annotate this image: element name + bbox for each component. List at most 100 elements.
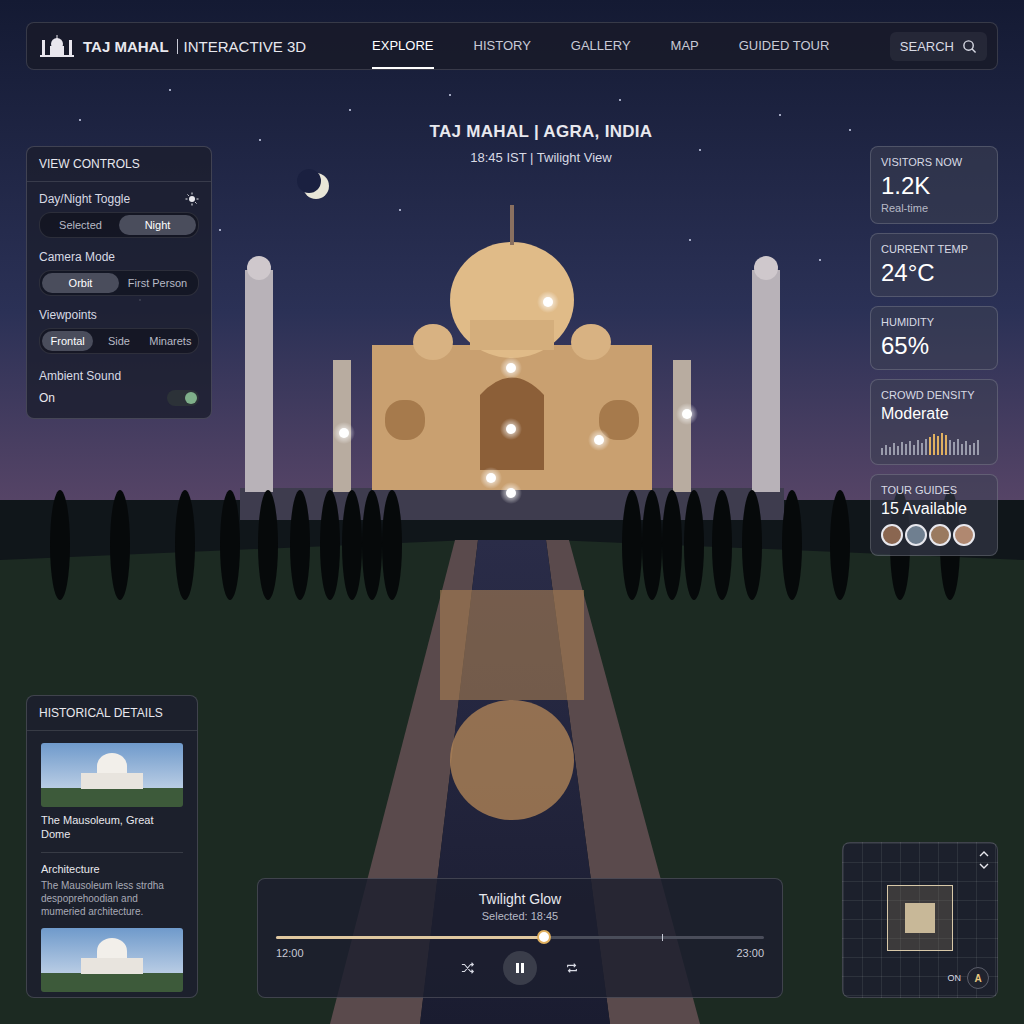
crowd-bar (953, 442, 955, 455)
crowd-bar (893, 443, 895, 455)
historical-panel: HISTORICAL DETAILS The Mausoleum, Great D… (26, 695, 198, 998)
stat-card: TOUR GUIDES 15 Available (870, 474, 998, 556)
search-field[interactable]: SEARCH (890, 32, 987, 61)
crowd-bar (945, 435, 947, 455)
crowd-bar (933, 434, 935, 455)
crowd-bar (901, 442, 903, 455)
shuffle-icon[interactable] (461, 961, 475, 975)
guide-avatars (881, 524, 987, 546)
crowd-bar (977, 440, 979, 455)
crowd-bar (881, 448, 883, 455)
chevron-up-icon[interactable] (979, 851, 989, 857)
crowd-bar (957, 439, 959, 456)
time-player: Twilight GlowSelected: 18:4512:0023:00 (257, 878, 783, 998)
app-title: TAJ MAHAL (83, 38, 169, 55)
zoom-arrows (851, 851, 989, 869)
history-caption: The Mausoleum, Great Dome (41, 813, 183, 842)
location-time: 18:45 IST | Twilight View (430, 150, 653, 165)
time-slider[interactable] (276, 936, 764, 939)
repeat-icon[interactable] (565, 961, 579, 975)
app-page: TAJ MAHAL INTERACTIVE 3D EXPLORE HISTORY GAL… (0, 0, 1024, 1024)
crowd-bar (973, 443, 975, 455)
chevron-down-icon[interactable] (979, 863, 989, 869)
hotspot-pin[interactable] (676, 403, 698, 425)
control-group: Viewpoints FrontalSideMinarets (39, 308, 199, 354)
hotspot-pin[interactable] (333, 422, 355, 444)
nav-item[interactable]: MAP (671, 24, 699, 69)
crowd-bar (969, 445, 971, 455)
segment-option[interactable]: First Person (119, 273, 196, 293)
crowd-chart (881, 431, 987, 455)
player-title: Twilight Glow (276, 891, 764, 907)
stat-value: 1.2K (881, 172, 987, 200)
crowd-bar (917, 440, 919, 455)
stat-value: 24°C (881, 259, 987, 287)
minimap[interactable]: ONA (842, 842, 998, 998)
panel-title: HISTORICAL DETAILS (27, 696, 197, 731)
app-subtitle: INTERACTIVE 3D (177, 39, 307, 54)
segment-option[interactable]: Side (93, 331, 144, 351)
stat-label: CROWD DENSITY (881, 389, 987, 401)
toggle-knob (185, 392, 197, 404)
stat-label: CURRENT TEMP (881, 243, 987, 255)
stat-value: 15 Available (881, 500, 987, 518)
top-row: VIEW CONTROLSDay/Night ToggleSelectedNig… (26, 120, 998, 556)
start-time: 12:00 (276, 947, 304, 959)
compass-badge[interactable]: A (967, 967, 989, 989)
segmented-control: FrontalSideMinarets (39, 328, 199, 354)
stats-column: VISITORS NOW1.2KReal-time CURRENT TEMP 24°… (870, 146, 998, 556)
slider-knob[interactable] (537, 930, 551, 944)
nav-item[interactable]: GALLERY (571, 24, 631, 69)
control-label: Viewpoints (39, 308, 97, 322)
stat-card: CURRENT TEMP 24°C (870, 233, 998, 297)
control-label: Camera Mode (39, 250, 115, 264)
ambient-toggle[interactable] (167, 390, 199, 406)
stat-card: CROWD DENSITY Moderate (870, 379, 998, 465)
history-item[interactable] (41, 928, 183, 992)
crowd-bar (921, 443, 923, 455)
pause-button[interactable] (503, 951, 537, 985)
hotspot-pin[interactable] (588, 429, 610, 451)
stat-value: Moderate (881, 405, 987, 423)
history-item[interactable]: Architecture The Mausoleum less strdha de… (41, 852, 183, 918)
segment-option[interactable]: Minarets (145, 331, 196, 351)
hotspot-pin[interactable] (537, 291, 559, 313)
guide-avatar[interactable] (929, 524, 951, 546)
history-heading: Architecture (41, 863, 183, 875)
segment-option[interactable]: Night (119, 215, 196, 235)
slider-marker (662, 934, 663, 941)
guide-avatar[interactable] (881, 524, 903, 546)
nav-item[interactable]: EXPLORE (372, 24, 433, 69)
thumbnail-photo (41, 743, 183, 807)
location-title: TAJ MAHAL | AGRA, INDIA (430, 122, 653, 142)
end-time: 23:00 (736, 947, 764, 959)
brand[interactable]: TAJ MAHAL INTERACTIVE 3D (39, 34, 306, 58)
segment-option[interactable]: Orbit (42, 273, 119, 293)
crowd-bar (925, 439, 927, 456)
hotspot-pin[interactable] (500, 418, 522, 440)
view-controls-panel: VIEW CONTROLSDay/Night ToggleSelectedNig… (26, 146, 212, 419)
panel-title: VIEW CONTROLS (27, 147, 211, 182)
stat-label: TOUR GUIDES (881, 484, 987, 496)
guide-avatar[interactable] (905, 524, 927, 546)
hotspot-pin[interactable] (500, 357, 522, 379)
segment-option[interactable]: Frontal (42, 331, 93, 351)
minimap-viewport[interactable] (887, 885, 953, 951)
nav-item[interactable]: HISTORY (474, 24, 531, 69)
crowd-bar (965, 441, 967, 455)
ambient-value: On (39, 391, 55, 405)
search-label: SEARCH (900, 39, 954, 54)
crowd-bar (913, 445, 915, 455)
history-item[interactable]: The Mausoleum, Great Dome (41, 743, 183, 842)
guide-avatar[interactable] (953, 524, 975, 546)
stat-card: VISITORS NOW1.2KReal-time (870, 146, 998, 224)
nav-item[interactable]: GUIDED TOUR (739, 24, 830, 69)
hotspot-pin[interactable] (500, 482, 522, 504)
history-text: The Mausoleum less strdha despoprehoodia… (41, 879, 183, 918)
thumbnail-photo (41, 928, 183, 992)
hotspot-pin[interactable] (480, 467, 502, 489)
crowd-bar (885, 445, 887, 455)
segment-option[interactable]: Selected (42, 215, 119, 235)
location-heading: TAJ MAHAL | AGRA, INDIA 18:45 IST | Twili… (430, 120, 653, 165)
crowd-bar (949, 440, 951, 455)
